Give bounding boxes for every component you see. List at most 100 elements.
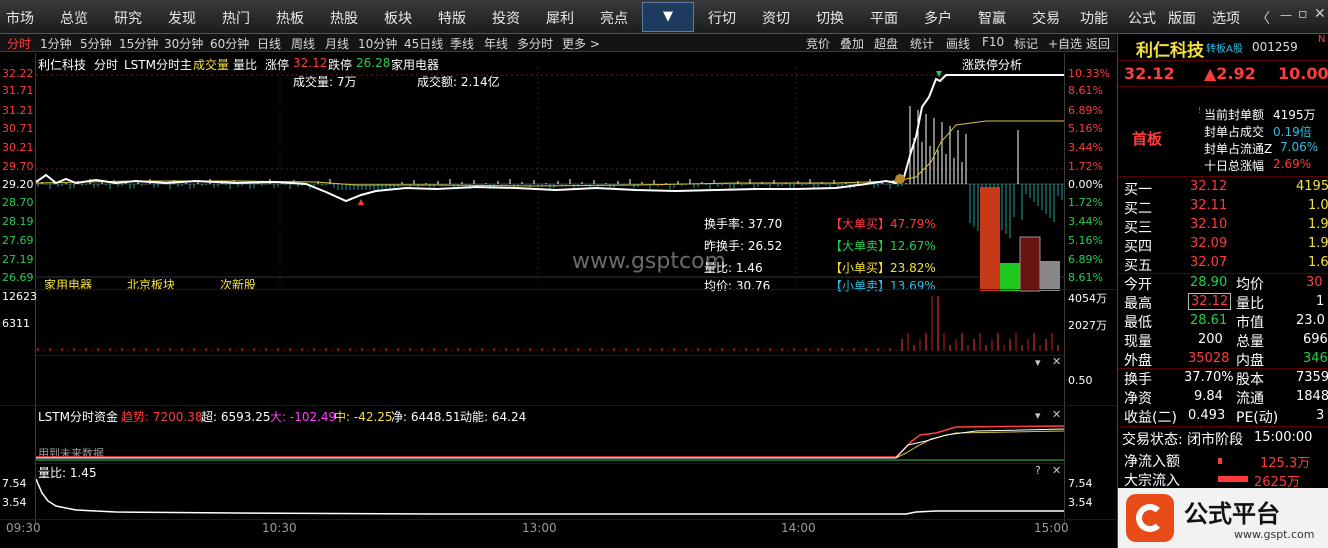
tool-add-watch[interactable]: +自选	[1048, 35, 1082, 52]
menu-flat[interactable]: 平面	[870, 8, 898, 28]
menu-switch-fund[interactable]: 资切	[762, 8, 790, 28]
menu-formula[interactable]: 公式	[1128, 8, 1156, 28]
menu-switch[interactable]: 切换	[816, 8, 844, 28]
tool-back[interactable]: 返回	[1086, 35, 1110, 52]
panel-menu-icon[interactable]: ▾	[1035, 356, 1041, 369]
menu-hot-stock[interactable]: 热股	[330, 8, 358, 28]
minimize-icon[interactable]: —	[1280, 8, 1292, 22]
period-tab-45day[interactable]: 45日线	[404, 35, 443, 52]
bid-volume: 4195	[1296, 179, 1328, 194]
stat-big-buy: 【大单买】47.79%	[830, 217, 936, 231]
bid-price[interactable]: 32.07	[1190, 255, 1227, 270]
period-tab-week[interactable]: 周线	[291, 35, 315, 52]
time-tick: 09:30	[6, 521, 41, 535]
menu-sharp[interactable]: 犀利	[546, 8, 574, 28]
exclaim-icon: !	[1198, 106, 1202, 115]
menu-options[interactable]: 选项	[1212, 8, 1240, 28]
capital-close-icon[interactable]: ✕	[1052, 408, 1061, 421]
period-tab-year[interactable]: 年线	[484, 35, 508, 52]
menu-switch-row[interactable]: 行切	[708, 8, 736, 28]
trade-status-label: 交易状态: 闭市阶段	[1122, 432, 1244, 448]
fund-label: 股本	[1236, 372, 1264, 388]
menu-function[interactable]: 功能	[1080, 8, 1108, 28]
volume-chart[interactable]	[36, 291, 1064, 353]
quote-outer: 35028	[1188, 351, 1230, 366]
period-tab-1min[interactable]: 1分钟	[40, 35, 72, 52]
period-tab-more[interactable]: 更多 >	[562, 35, 600, 52]
fund-label: 收益(二)	[1124, 410, 1177, 426]
period-tab-15min[interactable]: 15分钟	[119, 35, 158, 52]
fund-float: 1848	[1296, 389, 1328, 404]
menu-special[interactable]: 特版	[438, 8, 466, 28]
back-arrow-icon[interactable]: 〈	[1256, 8, 1270, 28]
menu-highlight[interactable]: 亮点	[600, 8, 628, 28]
tool-auction[interactable]: 竞价	[806, 35, 830, 52]
right-axis-tick: 6.89%	[1068, 253, 1103, 266]
menu-sector[interactable]: 板块	[384, 8, 412, 28]
fund-turnover: 37.70%	[1184, 370, 1234, 385]
watermark-text: www.gsptcom	[572, 249, 726, 274]
bid-volume: 1.6	[1308, 255, 1328, 270]
tool-overlay[interactable]: 叠加	[840, 35, 864, 52]
period-tab-5min[interactable]: 5分钟	[80, 35, 112, 52]
menu-multi-account[interactable]: 多户	[924, 8, 952, 28]
tool-super[interactable]: 超盘	[874, 35, 898, 52]
bid-label: 买五	[1124, 258, 1152, 274]
menu-layout[interactable]: 版面	[1168, 8, 1196, 28]
tool-stats[interactable]: 统计	[910, 35, 934, 52]
left-axis-tick: 28.70	[2, 196, 34, 209]
bid-price[interactable]: 32.09	[1190, 236, 1227, 251]
right-axis-tick: 5.16%	[1068, 122, 1103, 135]
panel-close-icon[interactable]: ✕	[1052, 355, 1061, 368]
quote-label: 最低	[1124, 315, 1152, 331]
period-tab-60min[interactable]: 60分钟	[210, 35, 249, 52]
menu-trade[interactable]: 交易	[1032, 8, 1060, 28]
period-tab-fenshi[interactable]: 分时	[7, 35, 31, 52]
menu-invest[interactable]: 投资	[492, 8, 520, 28]
menu-discover[interactable]: 发现	[168, 8, 196, 28]
menu-market[interactable]: 市场	[6, 8, 34, 28]
period-tab-multi[interactable]: 多分时	[517, 35, 553, 52]
quote-price: 32.12	[1124, 64, 1175, 83]
quote-label: 今开	[1124, 277, 1152, 293]
quote-label: 均价	[1236, 277, 1264, 293]
close-icon[interactable]: ✕	[1314, 6, 1326, 22]
period-bar: 分时 1分钟 5分钟 15分钟 30分钟 60分钟 日线 周线 月线 10分钟 …	[0, 34, 1116, 52]
left-axis-tick: 26.69	[2, 271, 34, 284]
price-chart[interactable]	[36, 67, 1064, 287]
menu-dropdown-button[interactable]: ▼	[642, 2, 694, 32]
liangbi-chart[interactable]	[36, 473, 1064, 519]
seal-vol-label: 封单占成交	[1204, 125, 1265, 139]
fund-label: 换手	[1124, 372, 1152, 388]
bid-volume: 1.9	[1308, 236, 1328, 251]
big-sell-bar	[1000, 263, 1020, 291]
logo-icon	[1126, 494, 1174, 542]
period-tab-season[interactable]: 季线	[450, 35, 474, 52]
period-tab-month[interactable]: 月线	[325, 35, 349, 52]
restore-icon[interactable]: ▫	[1298, 6, 1308, 22]
tool-draw[interactable]: 画线	[946, 35, 970, 52]
left-axis-tick: 29.20	[2, 178, 34, 191]
period-tab-day[interactable]: 日线	[257, 35, 281, 52]
net-inflow-value: 125.3万	[1260, 456, 1311, 471]
bid-price[interactable]: 32.11	[1190, 198, 1227, 213]
bid-price[interactable]: 32.10	[1190, 217, 1227, 232]
period-tab-30min[interactable]: 30分钟	[164, 35, 203, 52]
volume-axis-right-top: 4054万	[1068, 292, 1107, 305]
logo-area: 公式平台 www.gspt.com	[1118, 488, 1328, 548]
left-axis-tick: 30.21	[2, 141, 34, 154]
menu-hot-board[interactable]: 热板	[276, 8, 304, 28]
capital-menu-icon[interactable]: ▾	[1035, 409, 1041, 422]
menu-hot[interactable]: 热门	[222, 8, 250, 28]
liangbi-axis-right-mid: 3.54	[1068, 496, 1093, 509]
logo-url: www.gspt.com	[1234, 528, 1315, 541]
tool-mark[interactable]: 标记	[1014, 35, 1038, 52]
fund-pe: 3	[1316, 408, 1325, 423]
period-tab-10min[interactable]: 10分钟	[358, 35, 397, 52]
menu-smart-win[interactable]: 智赢	[978, 8, 1006, 28]
capital-chart[interactable]	[36, 423, 1064, 465]
tool-f10[interactable]: F10	[982, 35, 1004, 49]
menu-research[interactable]: 研究	[114, 8, 142, 28]
bid-price[interactable]: 32.12	[1190, 179, 1227, 194]
menu-overview[interactable]: 总览	[60, 8, 88, 28]
